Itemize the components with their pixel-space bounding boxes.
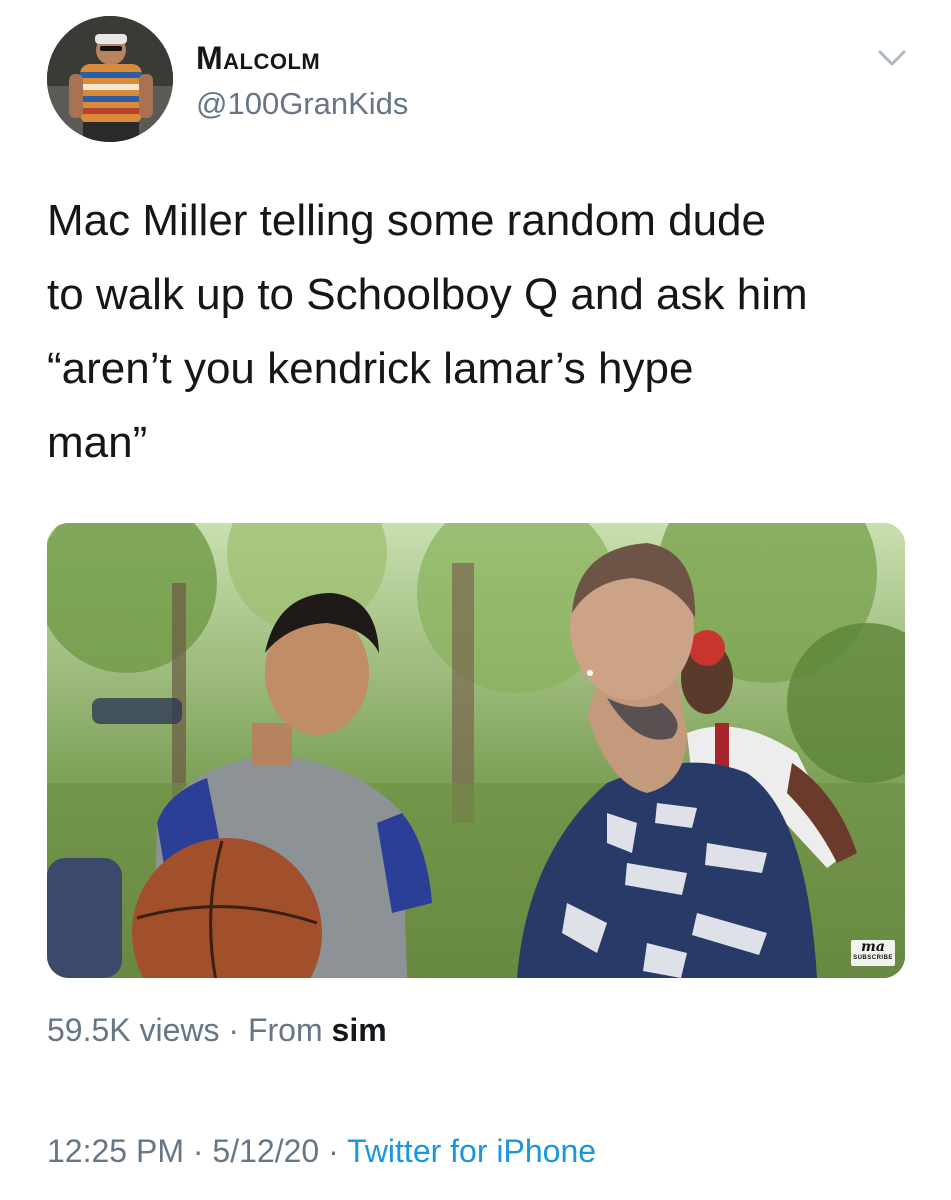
channel-watermark: ma SUBSCRIBE bbox=[851, 940, 895, 966]
tweet-text: Mac Miller telling some random dude to w… bbox=[47, 196, 808, 467]
video-thumbnail bbox=[47, 523, 905, 978]
view-count-row: 59.5K views · From sim bbox=[47, 1012, 387, 1049]
tweet-time[interactable]: 12:25 PM bbox=[47, 1133, 184, 1169]
chevron-down-icon[interactable] bbox=[874, 44, 910, 72]
client-link[interactable]: Twitter for iPhone bbox=[347, 1133, 596, 1169]
separator-dot: · bbox=[183, 1133, 213, 1169]
watermark-subscribe: SUBSCRIBE bbox=[853, 955, 893, 961]
source-account-link[interactable]: sim bbox=[332, 1012, 387, 1048]
avatar[interactable] bbox=[47, 16, 173, 142]
view-count: 59.5K views bbox=[47, 1012, 220, 1048]
separator-dot: · bbox=[319, 1133, 348, 1169]
tweet: Malcolm @100GranKids Mac Miller telling … bbox=[0, 0, 951, 1200]
video-media[interactable]: ma SUBSCRIBE bbox=[47, 523, 905, 978]
separator-dot: · bbox=[219, 1012, 248, 1048]
from-label: From bbox=[247, 1012, 332, 1048]
tweet-timestamp-row: 12:25 PM · 5/12/20 · Twitter for iPhone bbox=[47, 1133, 596, 1170]
username-handle[interactable]: @100GranKids bbox=[196, 86, 408, 122]
display-name[interactable]: Malcolm bbox=[196, 40, 320, 77]
tweet-date[interactable]: 5/12/20 bbox=[212, 1133, 319, 1169]
watermark-logo: ma bbox=[861, 939, 885, 955]
